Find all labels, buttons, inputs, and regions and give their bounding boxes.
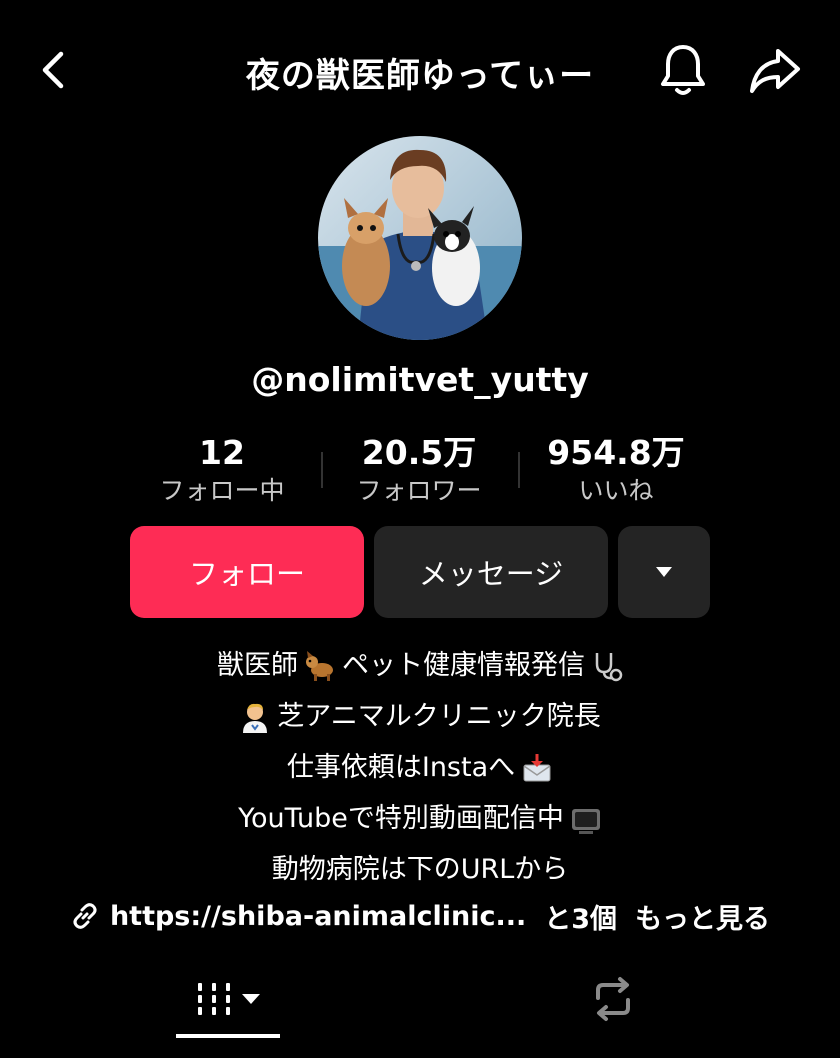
dog-emoji-icon [306, 650, 333, 681]
avatar-photo [318, 136, 522, 340]
likes-label: いいね [578, 476, 654, 505]
bio-text: 動物病院は下のURLから [271, 854, 569, 885]
following-label: フォロー中 [159, 476, 285, 505]
bio-text: 獣医師 [217, 650, 298, 681]
share-button[interactable] [746, 42, 804, 98]
back-button[interactable] [30, 46, 78, 94]
inbox-tray-emoji-icon [523, 753, 551, 781]
bio-text: 芝アニマルクリニック院長 [277, 701, 601, 732]
stethoscope-emoji-icon [595, 652, 623, 681]
bio-line: 芝アニマルクリニック院長 [0, 691, 840, 742]
chevron-left-icon [42, 51, 64, 89]
followers-label: フォロワー [356, 476, 482, 505]
bio-line: 仕事依頼はInstaへ [0, 742, 840, 793]
see-more-link[interactable]: もっと見る [635, 897, 770, 936]
caret-down-icon [242, 994, 260, 1004]
follow-button[interactable]: フォロー [130, 526, 364, 618]
tab-videos[interactable] [176, 968, 280, 1030]
message-button[interactable]: メッセージ [374, 526, 608, 618]
bio-text: YouTubeで特別動画配信中 [238, 803, 564, 834]
bio-line: 獣医師 ペット健康情報発信 [0, 640, 840, 691]
notification-button[interactable] [656, 42, 710, 98]
top-bar: 夜の獣医師ゆってぃー [0, 0, 840, 140]
bio-link[interactable]: https://shiba-animalclinic... と3個 もっと見る [0, 892, 840, 940]
content-tabs [0, 958, 840, 1058]
profile-stats: 12 フォロー中 20.5万 フォロワー 954.8万 いいね [0, 432, 840, 512]
username: @nolimitvet_yutty [251, 360, 589, 399]
share-arrow-icon [750, 49, 800, 93]
tab-reposts[interactable] [582, 968, 644, 1030]
page-title: 夜の獣医師ゆってぃー [245, 56, 595, 96]
link-extra-count[interactable]: と3個 [544, 897, 617, 936]
active-tab-indicator [176, 1034, 280, 1038]
television-emoji-icon [571, 808, 600, 834]
link-icon [73, 903, 97, 929]
caret-down-icon [656, 567, 672, 577]
grid-bars-icon [198, 983, 230, 1015]
bio-text: ペット健康情報発信 [342, 650, 585, 681]
bio-line: YouTubeで特別動画配信中 [0, 793, 840, 844]
bio-text: 仕事依頼はInstaへ [286, 752, 516, 783]
following-count: 12 [199, 433, 245, 472]
likes-stat[interactable]: 954.8万 いいね [516, 432, 716, 508]
followers-stat[interactable]: 20.5万 フォロワー [319, 432, 519, 508]
bio: 獣医師 ペット健康情報発信 芝アニマルクリニック院長 仕事依頼はInstaへ Y… [0, 640, 840, 895]
link-url[interactable]: https://shiba-animalclinic... [110, 901, 526, 932]
suggested-accounts-button[interactable] [618, 526, 710, 618]
avatar[interactable] [318, 136, 522, 340]
likes-count: 954.8万 [547, 433, 685, 472]
followers-count: 20.5万 [361, 433, 477, 472]
doctor-emoji-icon [243, 703, 268, 733]
bio-line: 動物病院は下のURLから [0, 844, 840, 895]
repost-icon [596, 977, 630, 1021]
bell-icon [661, 45, 705, 95]
following-stat[interactable]: 12 フォロー中 [122, 432, 322, 508]
